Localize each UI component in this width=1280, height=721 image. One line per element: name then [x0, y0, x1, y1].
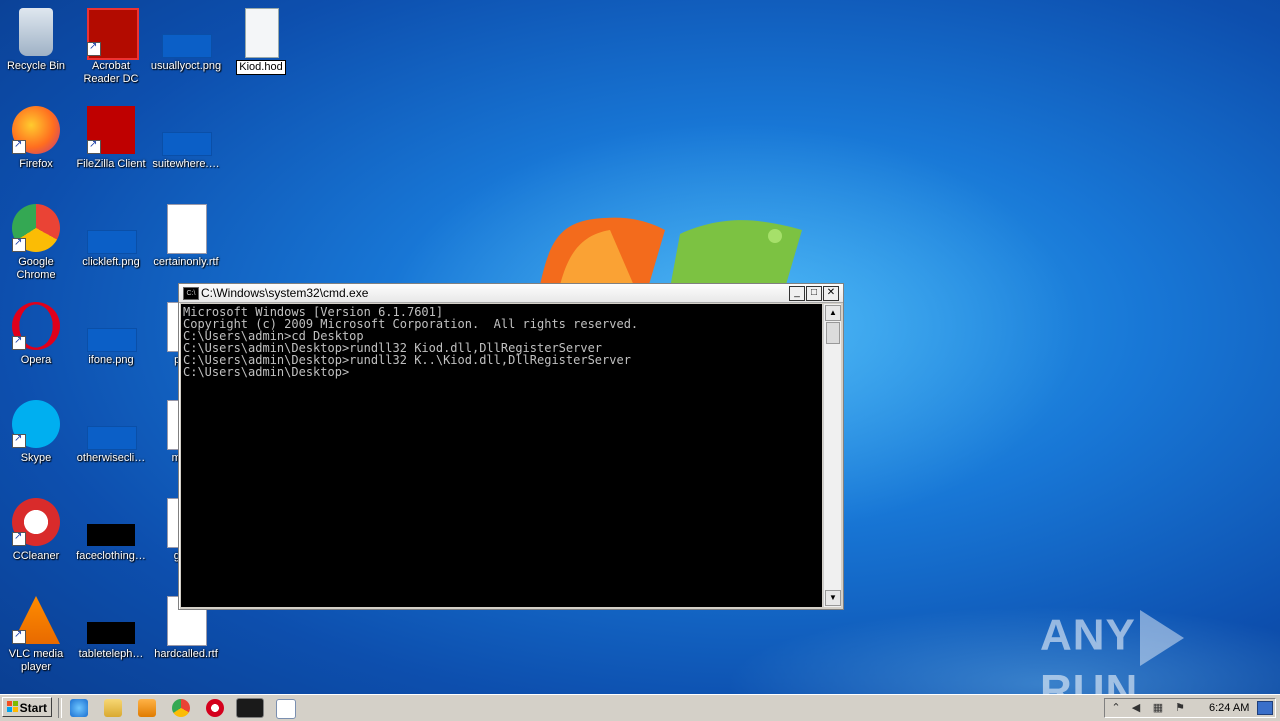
desktop-icon[interactable]: VLC media player	[0, 596, 72, 674]
desktop-icon-label: ifone.png	[88, 354, 134, 366]
shortcut-arrow-icon	[12, 334, 26, 350]
cmd-window[interactable]: C:\ C:\Windows\system32\cmd.exe _ □ ✕ Mi…	[178, 283, 844, 610]
console-output[interactable]: Microsoft Windows [Version 6.1.7601] Cop…	[181, 304, 822, 607]
word-file-icon	[162, 204, 210, 254]
vlc-icon	[12, 596, 60, 644]
scroll-up-arrow-icon[interactable]: ▲	[825, 305, 841, 321]
chrome-icon	[12, 204, 60, 252]
cmd-title-bar[interactable]: C:\ C:\Windows\system32\cmd.exe _ □ ✕	[179, 284, 843, 303]
desktop-icon-label: certainonly.rtf	[153, 256, 219, 268]
shortcut-arrow-icon	[12, 628, 26, 644]
desktop-icon[interactable]: Recycle Bin	[0, 8, 72, 73]
network-icon[interactable]: ▦	[1151, 701, 1165, 715]
desktop-icon[interactable]: Firefox	[0, 106, 72, 171]
desktop-icon[interactable]: CCleaner	[0, 498, 72, 563]
recycle-bin-icon	[12, 8, 60, 56]
clock[interactable]: 6:24 AM	[1209, 699, 1249, 717]
desktop-icon-label: hardcalled.rtf	[154, 648, 218, 660]
desktop-icon[interactable]: tableteleph…	[75, 596, 147, 661]
volume-icon[interactable]: ◀	[1129, 701, 1143, 715]
show-desktop-icon[interactable]	[1257, 701, 1273, 715]
png-file-icon	[87, 302, 137, 352]
shortcut-arrow-icon	[87, 138, 101, 154]
cmd-icon: C:\	[183, 287, 199, 300]
taskbar: Start ⌃ ◀ ▦ ⚑ 6:24 AM	[0, 694, 1280, 721]
desktop-icon[interactable]: Skype	[0, 400, 72, 465]
desktop-icon-label: suitewhere.…	[152, 158, 220, 170]
maximize-button[interactable]: □	[806, 286, 822, 301]
black-image-icon	[87, 596, 135, 644]
minimize-button[interactable]: _	[789, 286, 805, 301]
ccleaner-icon	[12, 498, 60, 546]
console-prompt: C:\Users\admin\Desktop>	[183, 365, 350, 379]
watermark-left: ANY	[1040, 610, 1136, 660]
shortcut-arrow-icon	[12, 432, 26, 448]
desktop-icon-label: Acrobat Reader DC	[83, 60, 139, 85]
media-player-icon[interactable]	[138, 699, 156, 717]
desktop-icon-label: Skype	[20, 452, 52, 464]
scroll-thumb[interactable]	[826, 322, 840, 344]
desktop-icon-label: Recycle Bin	[6, 60, 66, 72]
start-button[interactable]: Start	[2, 697, 52, 717]
png-file-icon	[162, 106, 212, 156]
desktop-icon[interactable]: faceclothing…	[75, 498, 147, 563]
tray-chevron-icon[interactable]: ⌃	[1109, 701, 1123, 715]
rename-field[interactable]: Kiod.hod	[236, 60, 286, 75]
desktop-icon-label: Firefox	[19, 158, 53, 170]
desktop-icon-label: faceclothing…	[76, 550, 146, 562]
action-center-flag-icon[interactable]: ⚑	[1173, 701, 1187, 715]
desktop-icon-label: tableteleph…	[78, 648, 144, 660]
desktop-icon-label: usuallyoct.png	[150, 60, 222, 72]
png-file-icon	[87, 204, 137, 254]
shortcut-arrow-icon	[12, 138, 26, 154]
vertical-scrollbar[interactable]: ▲ ▼	[823, 304, 841, 607]
close-button[interactable]: ✕	[823, 286, 839, 301]
desktop-icon[interactable]: clickleft.png	[75, 204, 147, 269]
acrobat-icon	[87, 8, 139, 60]
png-file-icon	[87, 400, 137, 450]
desktop-icon-label: FileZilla Client	[76, 158, 146, 170]
desktop-icon[interactable]: usuallyoct.png	[150, 8, 222, 73]
desktop-icon-label: otherwisecli…	[76, 452, 146, 464]
desktop-icon-label: VLC media player	[8, 648, 64, 673]
shortcut-arrow-icon	[87, 40, 101, 56]
taskbar-separator	[58, 698, 62, 718]
desktop-icon[interactable]: FileZilla Client	[75, 106, 147, 171]
firefox-icon	[12, 106, 60, 154]
desktop-icon-label: clickleft.png	[82, 256, 140, 268]
cmd-icon[interactable]	[236, 698, 264, 718]
windows-flag-icon	[7, 701, 19, 713]
notepad-icon[interactable]	[276, 699, 296, 719]
filezilla-icon	[87, 106, 135, 154]
chrome-icon[interactable]	[172, 699, 190, 717]
desktop-icon[interactable]: Google Chrome	[0, 204, 72, 282]
windows-logo	[540, 217, 802, 288]
opera-icon	[12, 302, 60, 350]
desktop-icon[interactable]: suitewhere.…	[150, 106, 222, 171]
desktop-icon[interactable]: Acrobat Reader DC	[75, 8, 147, 86]
cmd-title: C:\Windows\system32\cmd.exe	[201, 286, 369, 300]
desktop-icon[interactable]: Opera	[0, 302, 72, 367]
opera-icon[interactable]	[206, 699, 224, 717]
system-tray: ⌃ ◀ ▦ ⚑ 6:24 AM	[1104, 698, 1276, 718]
shortcut-arrow-icon	[12, 236, 26, 252]
explorer-icon[interactable]	[104, 699, 122, 717]
internet-explorer-icon[interactable]	[70, 699, 88, 717]
desktop-icon[interactable]: certainonly.rtf	[150, 204, 222, 269]
scroll-down-arrow-icon[interactable]: ▼	[825, 590, 841, 606]
desktop-icon-label: Opera	[20, 354, 52, 366]
png-file-icon	[162, 8, 212, 58]
desktop-icon[interactable]: Kiod.hod	[225, 8, 297, 75]
settings-file-icon	[237, 8, 285, 58]
desktop-icon-label: CCleaner	[12, 550, 60, 562]
desktop-icon-label: Google Chrome	[16, 256, 56, 281]
desktop-icon[interactable]: otherwisecli…	[75, 400, 147, 465]
shortcut-arrow-icon	[12, 530, 26, 546]
desktop-icon[interactable]: ifone.png	[75, 302, 147, 367]
black-image-icon	[87, 498, 135, 546]
play-icon	[1139, 610, 1184, 666]
skype-icon	[12, 400, 60, 448]
start-label: Start	[19, 701, 47, 715]
